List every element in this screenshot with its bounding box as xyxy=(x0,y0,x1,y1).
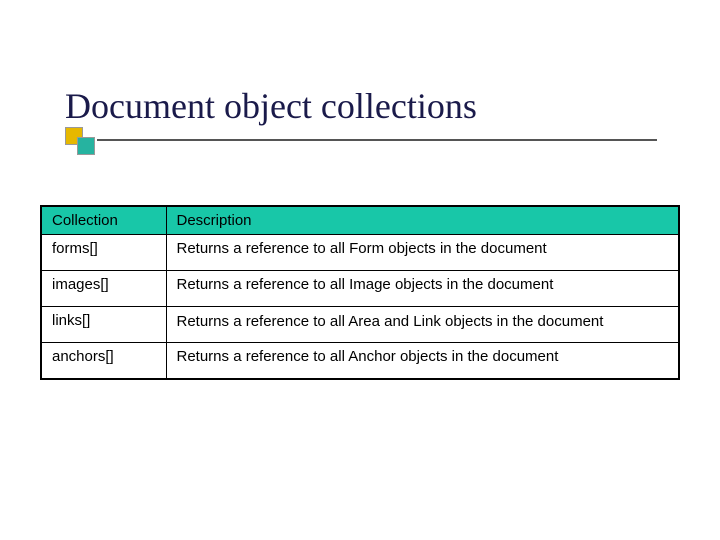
cell-description: Returns a reference to all Image objects… xyxy=(166,271,679,307)
table-row: images[] Returns a reference to all Imag… xyxy=(41,271,679,307)
collections-table: Collection Description forms[] Returns a… xyxy=(40,205,680,380)
title-underline xyxy=(97,139,657,141)
table-row: links[] Returns a reference to all Area … xyxy=(41,307,679,343)
collections-table-container: Collection Description forms[] Returns a… xyxy=(40,205,680,380)
cell-description: Returns a reference to all Area and Link… xyxy=(166,307,679,343)
slide-title: Document object collections xyxy=(65,85,477,127)
slide-title-area: Document object collections xyxy=(65,85,477,137)
cell-collection: links[] xyxy=(41,307,166,343)
cell-collection: forms[] xyxy=(41,235,166,271)
table-header-row: Collection Description xyxy=(41,206,679,235)
decoration-square-teal-icon xyxy=(77,137,95,155)
cell-collection: images[] xyxy=(41,271,166,307)
cell-description: Returns a reference to all Anchor object… xyxy=(166,343,679,379)
cell-description: Returns a reference to all Form objects … xyxy=(166,235,679,271)
table-row: anchors[] Returns a reference to all Anc… xyxy=(41,343,679,379)
cell-collection: anchors[] xyxy=(41,343,166,379)
header-collection: Collection xyxy=(41,206,166,235)
table-row: forms[] Returns a reference to all Form … xyxy=(41,235,679,271)
header-description: Description xyxy=(166,206,679,235)
title-decoration xyxy=(65,127,661,145)
